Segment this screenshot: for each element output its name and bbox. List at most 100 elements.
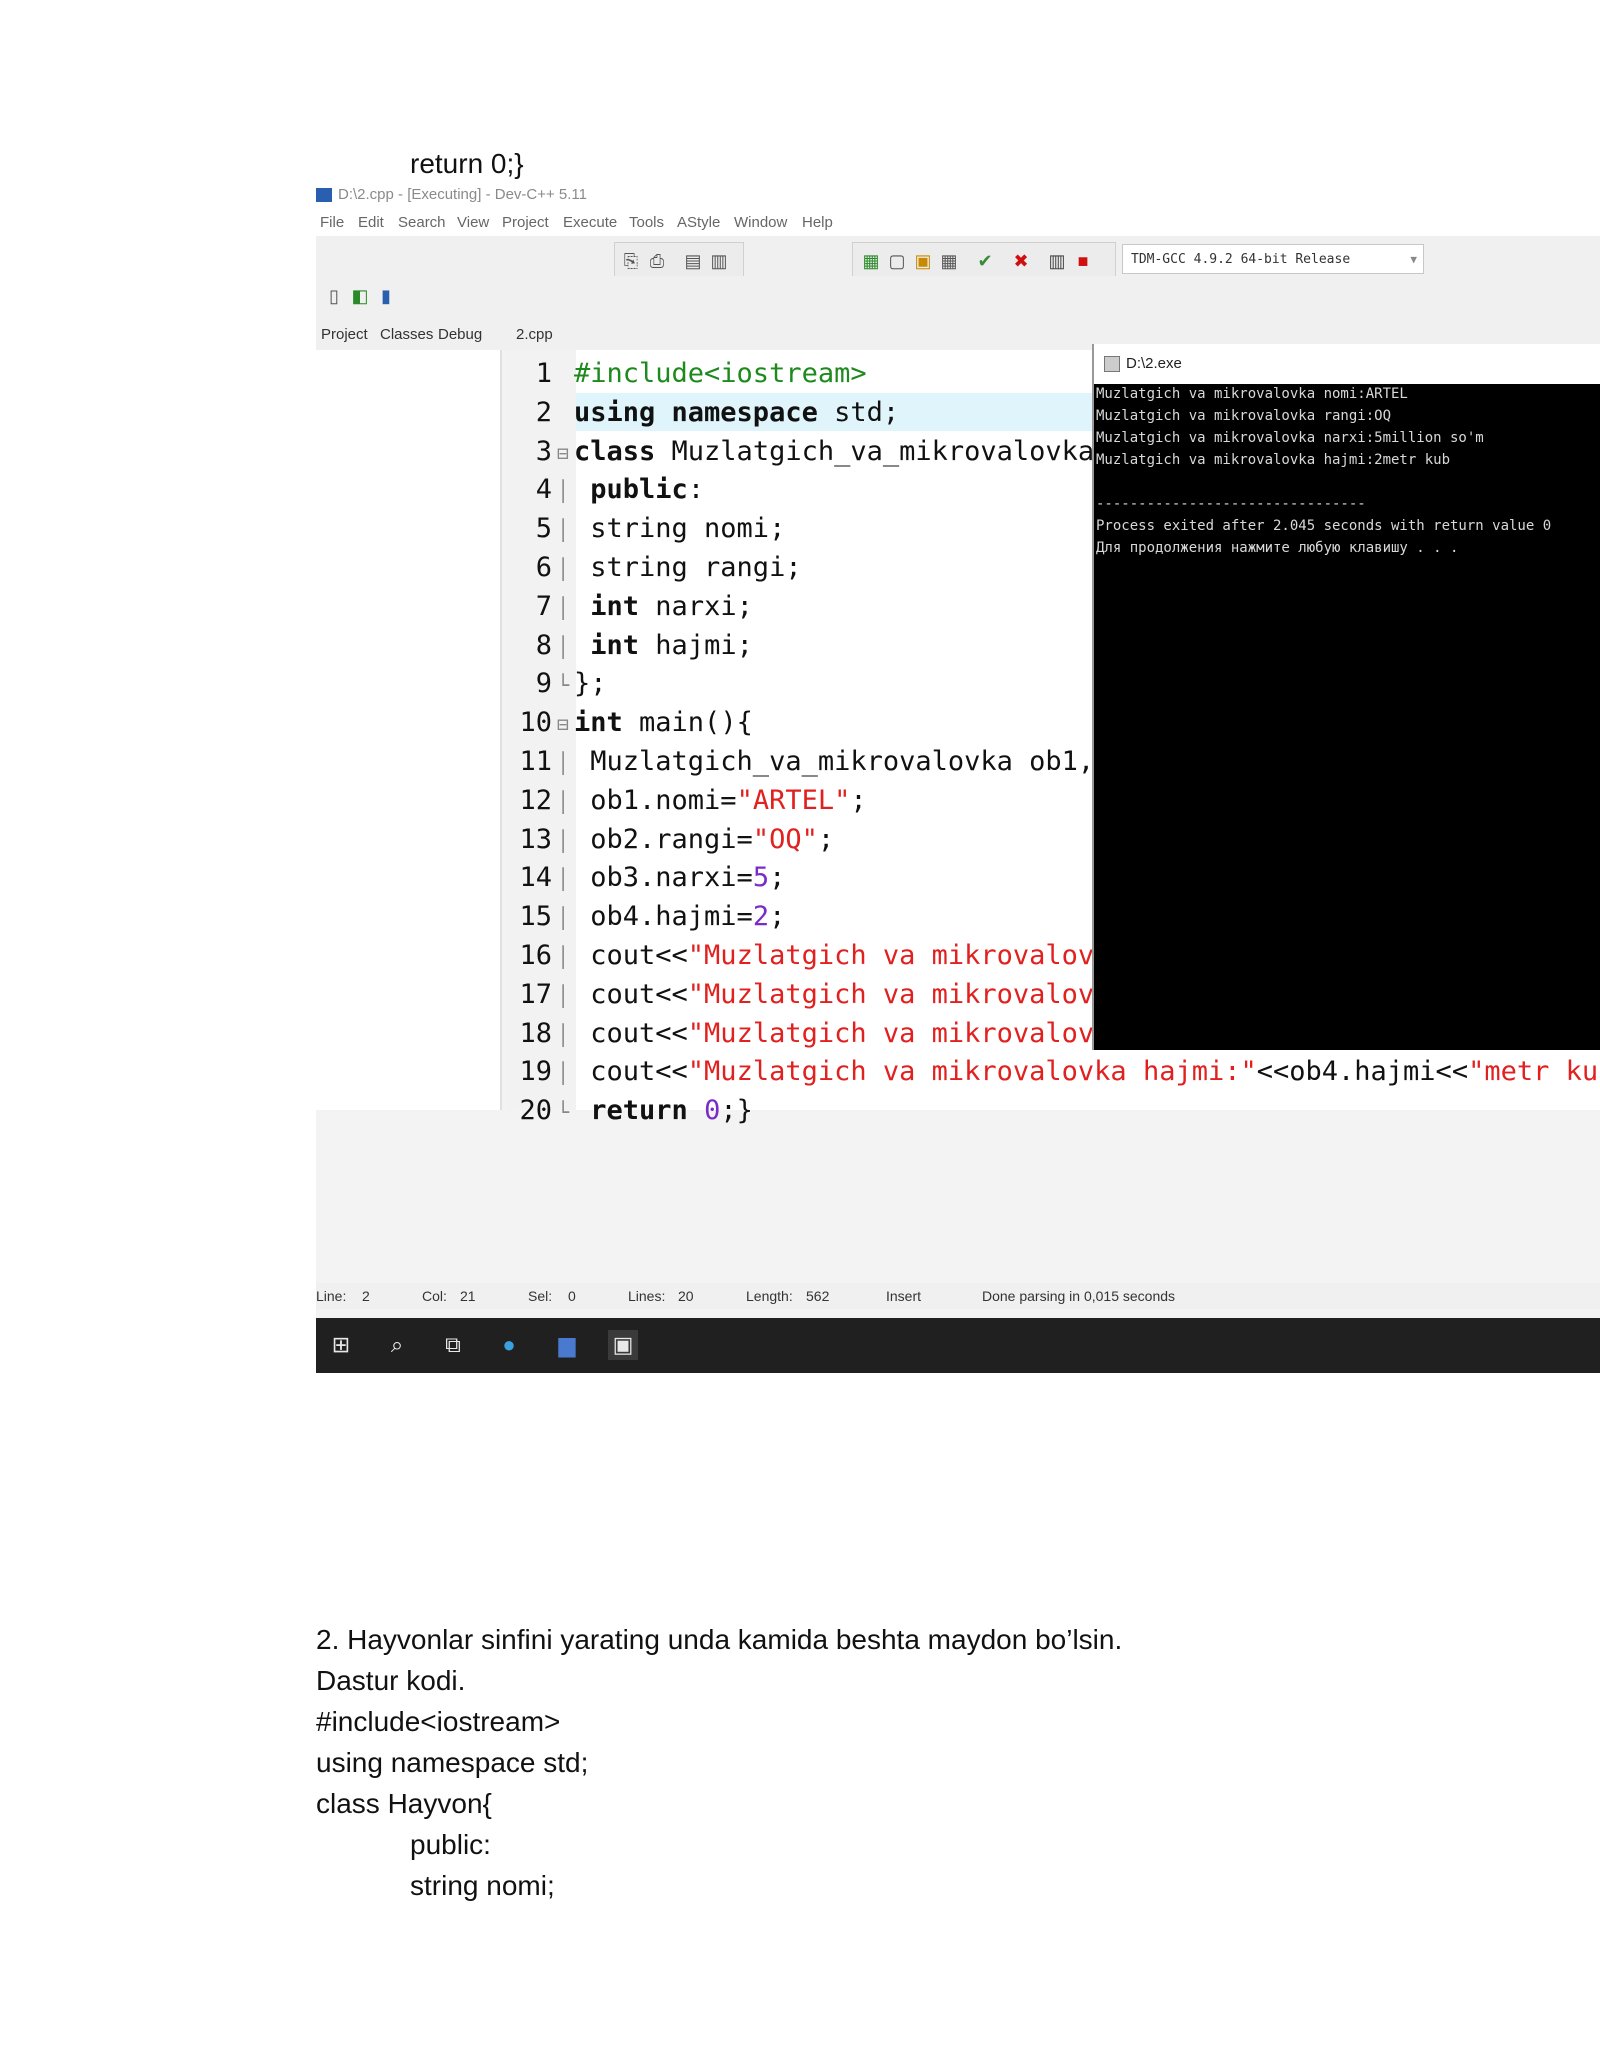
console-titlebar: D:\2.exe <box>1094 344 1600 384</box>
code-line-6[interactable]: 6 │ string rangi; <box>512 549 802 587</box>
telegram-icon[interactable]: ● <box>494 1330 524 1360</box>
code-text: public: <box>590 474 705 506</box>
task-view-icon[interactable]: ⧉ <box>438 1330 468 1360</box>
status-sel-label: Sel: <box>528 1288 553 1304</box>
console-line: Process exited after 2.045 seconds with … <box>1096 518 1552 534</box>
menu-project[interactable]: Project <box>502 214 549 231</box>
devcpp-icon[interactable]: ▆ <box>552 1330 582 1360</box>
code-line-2[interactable]: 2 using namespace std; <box>512 394 899 432</box>
code-text: using namespace std; <box>574 396 900 428</box>
replace-icon[interactable]: ⎙ <box>647 251 667 271</box>
menu-execute[interactable]: Execute <box>563 214 617 231</box>
fold-guide: │ <box>556 867 570 892</box>
fold-guide: │ <box>556 1022 570 1047</box>
code-text: return 0;} <box>590 1095 753 1127</box>
run-icon[interactable]: ▢ <box>887 251 907 271</box>
console-window-icon[interactable]: ▣ <box>608 1330 638 1360</box>
code-text: }; <box>574 668 607 700</box>
compiler-select-value: TDM-GCC 4.9.2 64-bit Release <box>1131 252 1351 267</box>
status-col-value: 21 <box>460 1288 476 1304</box>
code-line-5[interactable]: 5 │ string nomi; <box>512 510 786 548</box>
toolbar-group-edit: ⎘ ⎙ ▤ ▥ <box>614 242 744 280</box>
fold-guide: │ <box>556 751 570 775</box>
menu-help[interactable]: Help <box>802 214 833 231</box>
code-text: ob4.hajmi=2; <box>574 901 786 933</box>
menu-tools[interactable]: Tools <box>629 214 664 231</box>
console-app-icon <box>1104 356 1120 372</box>
code-line-17[interactable]: 17 │ cout<<"Muzlatgich va mikrovalovka <box>512 976 1126 1014</box>
code-line-1[interactable]: 1 #include<iostream> <box>512 355 867 393</box>
windows-start-icon[interactable]: ⊞ <box>326 1330 356 1360</box>
status-sel-value: 0 <box>568 1288 576 1304</box>
debug-icon[interactable]: ■ <box>1073 251 1093 271</box>
fold-guide: │ <box>556 595 570 620</box>
code-text: string rangi; <box>574 552 802 583</box>
tab-debug[interactable]: Debug <box>438 326 482 343</box>
fold-toggle-icon[interactable]: ⊟ <box>552 434 574 472</box>
line-number: 8 <box>535 629 552 661</box>
tab-project[interactable]: Project <box>321 326 368 343</box>
doc-code-line-2: using namespace std; <box>316 1747 589 1778</box>
stop-icon[interactable]: ✖ <box>1011 251 1031 271</box>
tab-file[interactable]: 2.cpp <box>516 326 553 343</box>
console-window[interactable]: D:\2.exe Muzlatgich va mikrovalovka nomi… <box>1092 344 1600 1050</box>
doc-code-line-4: public: <box>410 1829 491 1860</box>
fold-toggle-icon[interactable]: ⊟ <box>552 705 574 743</box>
project-browser[interactable] <box>316 350 502 1110</box>
code-text: Muzlatgich_va_mikrovalovka ob1,ob <box>574 746 1127 777</box>
open-project-icon[interactable]: ◧ <box>350 286 370 306</box>
code-text: ob1.nomi="ARTEL"; <box>574 784 867 816</box>
menu-astyle[interactable]: AStyle <box>677 214 720 231</box>
code-line-4[interactable]: 4 │ public: <box>512 471 704 509</box>
indent-icon[interactable]: ▤ <box>683 251 703 271</box>
console-line: Muzlatgich va mikrovalovka rangi:OQ <box>1096 408 1392 424</box>
code-text: int hajmi; <box>590 629 753 661</box>
code-line-19[interactable]: 19 │ cout<<"Muzlatgich va mikrovalovka ha… <box>512 1053 1600 1091</box>
menu-window[interactable]: Window <box>734 214 787 231</box>
compile-run-icon[interactable]: ▣ <box>913 251 933 271</box>
fold-guide: │ <box>556 518 570 543</box>
fold-guide: │ <box>556 828 570 853</box>
menu-search[interactable]: Search <box>398 214 446 231</box>
console-line: Muzlatgich va mikrovalovka hajmi:2metr k… <box>1096 452 1451 468</box>
status-line-label: Line: <box>316 1288 347 1304</box>
search-icon[interactable]: ⌕ <box>382 1330 412 1360</box>
code-line-16[interactable]: 16 │ cout<<"Muzlatgich va mikrovalovka <box>512 937 1126 975</box>
code-line-15[interactable]: 15 │ ob4.hajmi=2; <box>512 898 785 936</box>
new-file-icon[interactable]: ▯ <box>324 286 344 306</box>
line-number: 7 <box>535 590 552 622</box>
code-line-14[interactable]: 14 │ ob3.narxi=5; <box>512 859 785 897</box>
code-line-11[interactable]: 11 │ Muzlatgich_va_mikrovalovka ob1,ob <box>512 743 1127 781</box>
menu-view[interactable]: View <box>457 214 489 231</box>
code-line-3[interactable]: 3 ⊟ class Muzlatgich_va_mikrovalovka{ <box>512 433 1111 472</box>
code-line-12[interactable]: 12 │ ob1.nomi="ARTEL"; <box>512 782 867 820</box>
find-icon[interactable]: ⎘ <box>621 251 641 271</box>
compiler-select[interactable]: TDM-GCC 4.9.2 64-bit Release ▼ <box>1122 244 1424 274</box>
menu-edit[interactable]: Edit <box>358 214 384 231</box>
code-line-13[interactable]: 13 │ ob2.rangi="OQ"; <box>512 821 834 859</box>
devcpp-app-icon <box>316 188 332 202</box>
save-icon[interactable]: ▮ <box>376 286 396 306</box>
fold-guide: │ <box>556 983 570 1008</box>
rebuild-icon[interactable]: ▦ <box>939 251 959 271</box>
code-line-7[interactable]: 7 │ int narxi; <box>512 588 753 626</box>
line-number: 12 <box>519 784 552 816</box>
status-line-value: 2 <box>362 1288 370 1304</box>
menu-file[interactable]: File <box>320 214 344 231</box>
fold-guide: └ <box>556 673 570 698</box>
syntax-check-icon[interactable]: ✔ <box>975 251 995 271</box>
chart-icon[interactable]: ▥ <box>1047 251 1067 271</box>
compile-icon[interactable]: ▦ <box>861 251 881 271</box>
code-line-8[interactable]: 8 │ int hajmi; <box>512 627 753 665</box>
line-number: 3 <box>535 435 552 467</box>
code-line-20[interactable]: 20 └ return 0;} <box>512 1092 753 1130</box>
code-line-9[interactable]: 9 └}; <box>512 665 607 703</box>
fold-guide: │ <box>556 945 570 969</box>
unindent-icon[interactable]: ▥ <box>709 251 729 271</box>
code-line-18[interactable]: 18 │ cout<<"Muzlatgich va mikrovalovka <box>512 1015 1126 1053</box>
line-number: 6 <box>535 552 552 583</box>
code-text: string nomi; <box>574 513 786 545</box>
code-text: #include<iostream> <box>574 358 867 389</box>
code-line-10[interactable]: 10 ⊟ int main(){ <box>512 704 752 743</box>
tab-classes[interactable]: Classes <box>380 326 433 343</box>
